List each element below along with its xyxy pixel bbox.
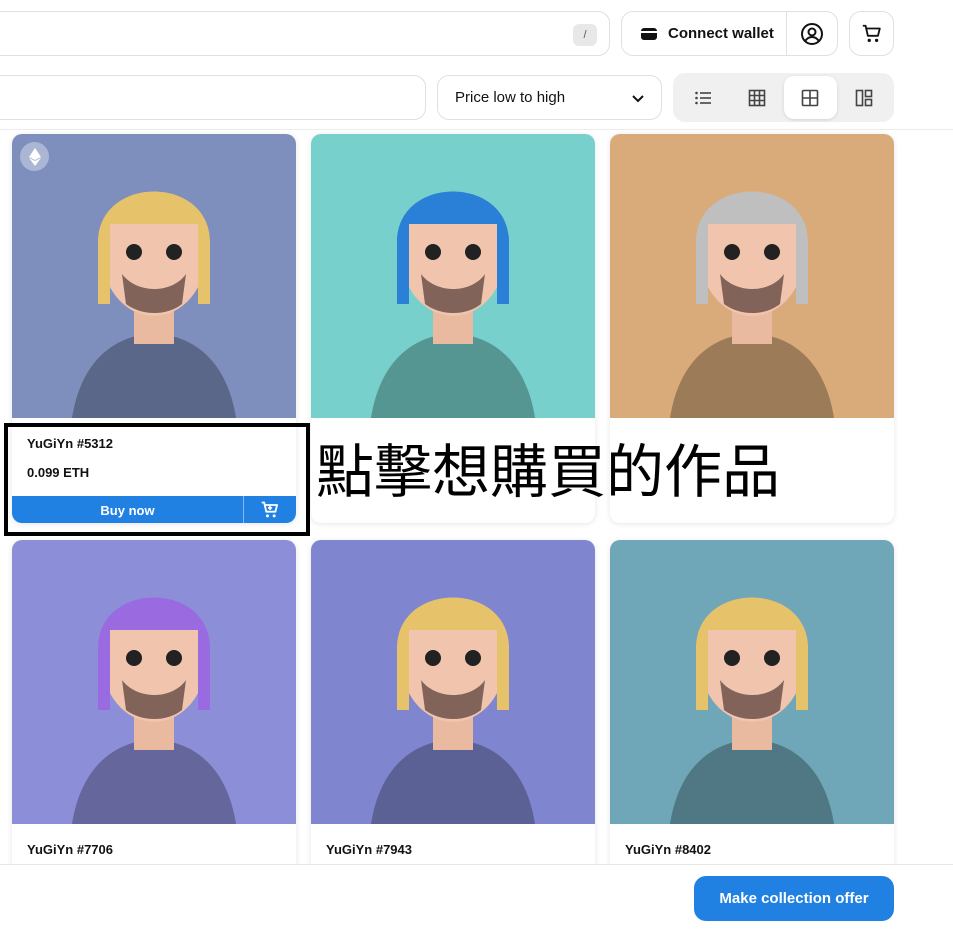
- cart-icon: [861, 23, 883, 45]
- nft-image[interactable]: [12, 540, 296, 824]
- small-grid-view-button[interactable]: [730, 76, 784, 119]
- nft-image[interactable]: [12, 134, 296, 418]
- large-grid-view-icon: [801, 89, 819, 107]
- profile-button[interactable]: [786, 12, 837, 55]
- cart-button[interactable]: [849, 11, 894, 56]
- nft-image[interactable]: [610, 540, 894, 824]
- list-view-button[interactable]: [676, 76, 730, 119]
- cart-icon: [260, 500, 280, 520]
- sort-selected-value: Price low to high: [455, 89, 566, 106]
- nft-image[interactable]: [610, 134, 894, 418]
- wallet-group: Connect wallet: [621, 11, 838, 56]
- nft-price: 0.099 ETH: [27, 465, 90, 480]
- chevron-down-icon: [631, 91, 645, 105]
- connect-wallet-label: Connect wallet: [668, 25, 774, 42]
- nft-name: YuGiYn #8402: [625, 842, 711, 857]
- nft-name: YuGiYn #7943: [326, 842, 412, 857]
- header-divider: [0, 129, 953, 130]
- nft-name: YuGiYn #5312: [27, 436, 113, 451]
- nft-card[interactable]: YuGiYn #5312 0.099 ETH Buy now: [12, 134, 296, 523]
- wallet-icon: [640, 26, 658, 42]
- nft-image[interactable]: [311, 134, 595, 418]
- ethereum-icon: [20, 142, 49, 171]
- nft-image[interactable]: [311, 540, 595, 824]
- list-view-icon: [694, 89, 712, 107]
- annotation-text: 點擊想購買的作品: [316, 438, 781, 506]
- search-input[interactable]: /: [0, 11, 610, 56]
- large-grid-view-button[interactable]: [783, 76, 838, 119]
- filter-input[interactable]: [0, 75, 426, 120]
- buy-bar: Buy now: [12, 496, 296, 523]
- user-circle-icon: [800, 22, 824, 46]
- add-to-cart-button[interactable]: [243, 496, 296, 523]
- small-grid-view-icon: [748, 89, 766, 107]
- make-collection-offer-button[interactable]: Make collection offer: [694, 876, 894, 921]
- view-toggle: [673, 73, 894, 122]
- connect-wallet-button[interactable]: Connect wallet: [622, 12, 786, 55]
- masonry-view-icon: [855, 89, 873, 107]
- search-shortcut-key: /: [573, 24, 597, 46]
- masonry-view-button[interactable]: [837, 76, 891, 119]
- sort-select[interactable]: Price low to high: [437, 75, 662, 120]
- nft-name: YuGiYn #7706: [27, 842, 113, 857]
- buy-now-button[interactable]: Buy now: [12, 496, 243, 523]
